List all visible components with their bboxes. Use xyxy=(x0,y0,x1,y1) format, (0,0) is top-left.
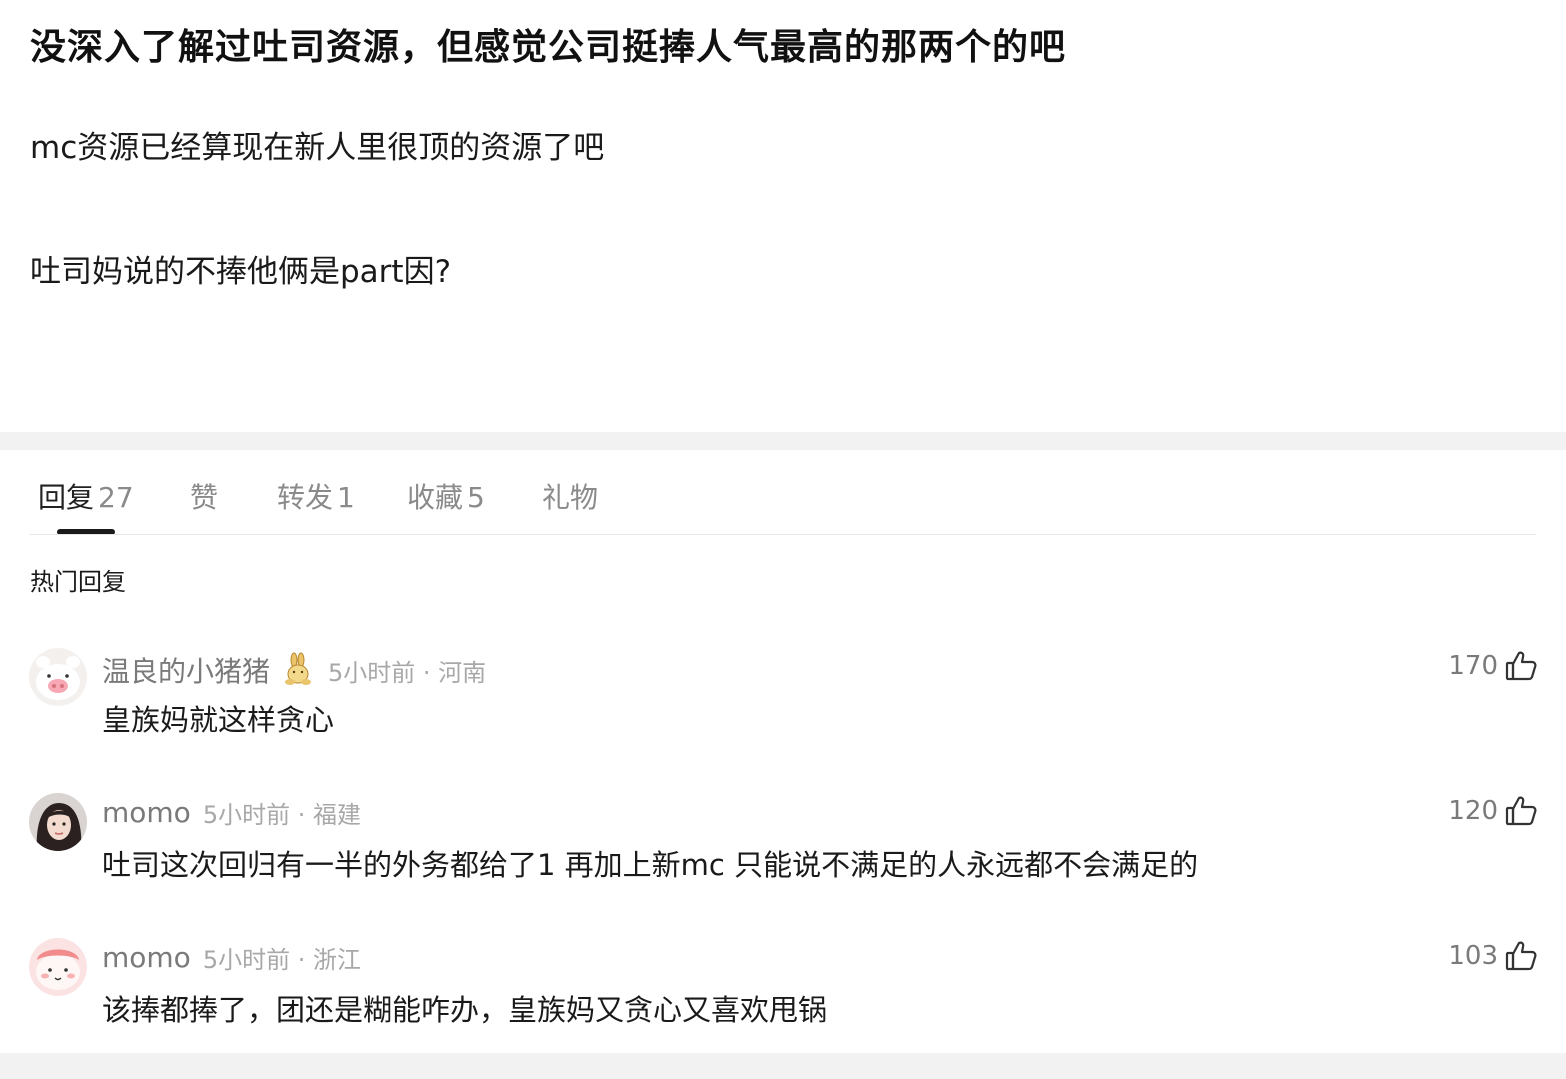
comment-meta: momo 5小时前 · 浙江 xyxy=(102,940,361,975)
tab-likes[interactable]: 赞 xyxy=(190,476,218,516)
comment-username[interactable]: momo xyxy=(102,941,191,974)
tab-label: 回复 xyxy=(38,481,95,514)
pink-cartoon-avatar-icon[interactable] xyxy=(29,938,87,996)
like-count: 103 xyxy=(1448,941,1498,971)
comment-time-location: 5小时前 · 福建 xyxy=(202,801,361,829)
like-button[interactable]: 120 xyxy=(1448,794,1538,828)
comment-username[interactable]: momo xyxy=(102,796,191,829)
girl-photo-avatar-icon[interactable] xyxy=(29,793,87,851)
tab-gifts[interactable]: 礼物 xyxy=(542,476,598,516)
like-count: 170 xyxy=(1448,651,1498,681)
tab-count: 27 xyxy=(98,481,134,514)
like-button[interactable]: 103 xyxy=(1448,939,1538,973)
rabbit-badge-icon xyxy=(280,652,316,688)
like-count: 120 xyxy=(1448,796,1498,826)
thumbs-up-icon xyxy=(1504,939,1538,973)
comment-item: momo 5小时前 · 福建 吐司这次回归有一半的外务都给了1 再加上新mc 只… xyxy=(0,790,1566,910)
comment-text: 皇族妈就这样贪心 xyxy=(102,703,335,737)
interaction-tabs: 回复 27 赞 转发 1 收藏 5 礼物 xyxy=(0,450,1566,536)
thumbs-up-icon xyxy=(1504,794,1538,828)
comment-text: 该捧都捧了，团还是糊能咋办，皇族妈又贪心又喜欢甩锅 xyxy=(102,993,828,1027)
tab-label: 收藏 xyxy=(407,481,464,514)
comment-item: 温良的小猪猪 5小时前 · 河南 皇族妈就这样贪心 170 xyxy=(0,645,1566,765)
comment-meta: momo 5小时前 · 福建 xyxy=(102,795,361,830)
hot-replies-heading: 热门回复 xyxy=(30,568,126,596)
comment-meta: 温良的小猪猪 5小时前 · 河南 xyxy=(102,650,486,690)
post-body: 没深入了解过吐司资源，但感觉公司挺捧人气最高的那两个的吧 mc资源已经算现在新人… xyxy=(0,0,1566,432)
tab-reposts[interactable]: 转发 1 xyxy=(277,476,355,516)
thumbs-up-icon xyxy=(1504,649,1538,683)
tab-replies[interactable]: 回复 27 xyxy=(38,476,134,516)
tab-count: 1 xyxy=(337,481,355,514)
section-divider xyxy=(0,432,1566,450)
tab-label: 转发 xyxy=(277,481,334,514)
comment-time-location: 5小时前 · 浙江 xyxy=(202,946,361,974)
tab-label: 礼物 xyxy=(542,481,599,514)
post-line: 吐司妈说的不捧他俩是part因? xyxy=(30,254,452,290)
like-button[interactable]: 170 xyxy=(1448,649,1538,683)
comment-time-location: 5小时前 · 河南 xyxy=(328,658,487,687)
post-title: 没深入了解过吐司资源，但感觉公司挺捧人气最高的那两个的吧 xyxy=(30,27,1067,68)
tab-label: 赞 xyxy=(190,481,219,514)
comment-item: momo 5小时前 · 浙江 该捧都捧了，团还是糊能咋办，皇族妈又贪心又喜欢甩锅… xyxy=(0,935,1566,1055)
comment-username[interactable]: 温良的小猪猪 xyxy=(102,650,270,690)
post-line: mc资源已经算现在新人里很顶的资源了吧 xyxy=(30,130,605,166)
bottom-divider xyxy=(0,1053,1566,1079)
tabs-divider xyxy=(30,534,1536,535)
tab-count: 5 xyxy=(467,481,485,514)
tab-favorites[interactable]: 收藏 5 xyxy=(407,476,485,516)
comment-text: 吐司这次回归有一半的外务都给了1 再加上新mc 只能说不满足的人永远都不会满足的 xyxy=(102,848,1199,882)
pig-avatar-icon[interactable] xyxy=(29,648,87,706)
